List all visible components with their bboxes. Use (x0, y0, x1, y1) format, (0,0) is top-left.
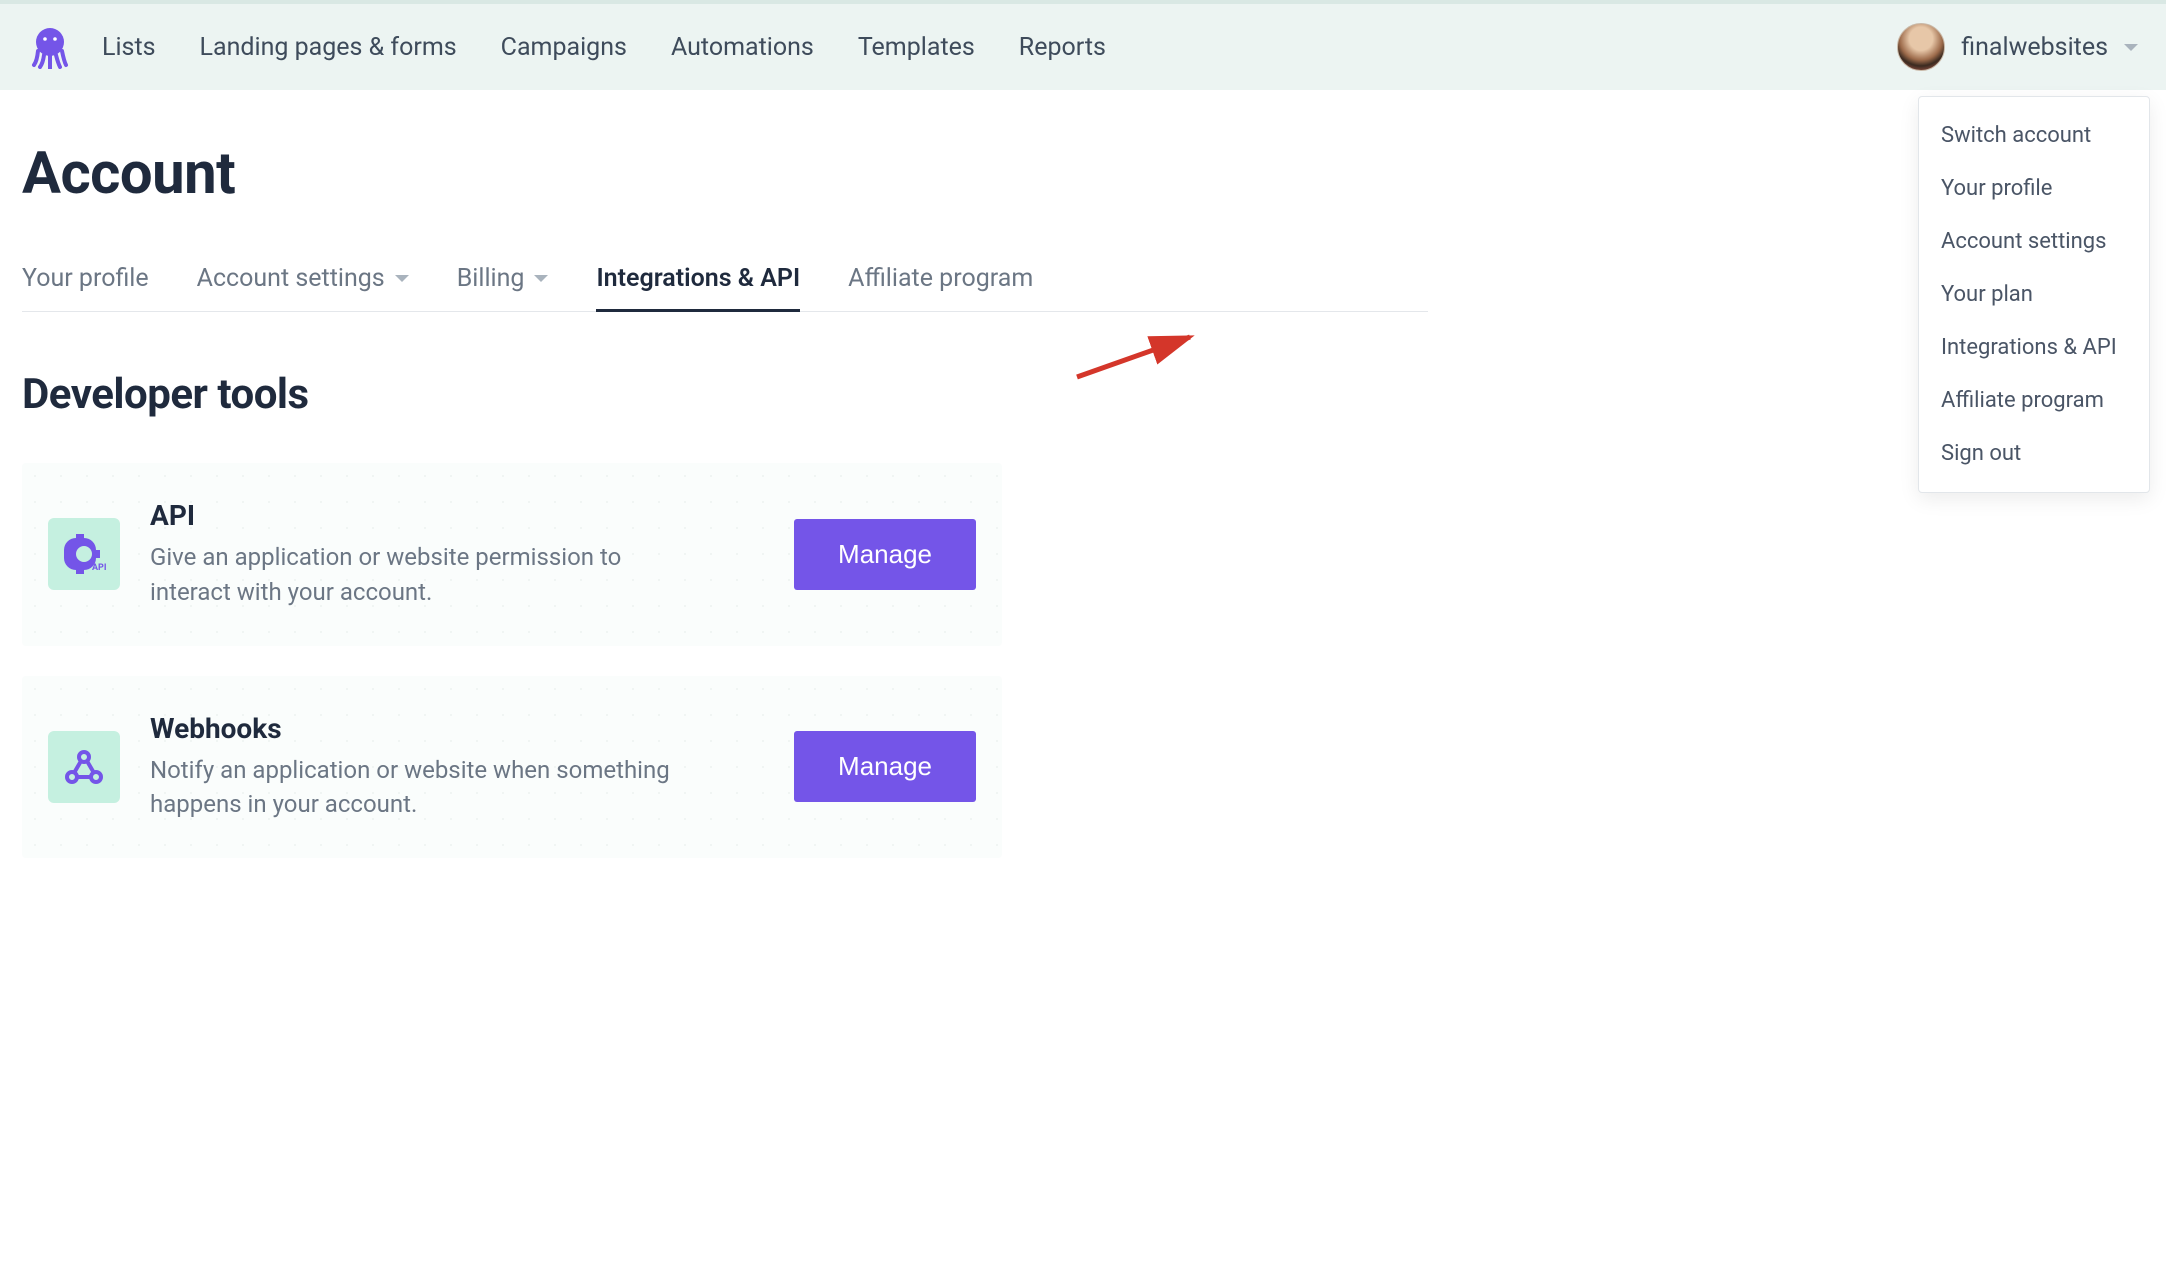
webhooks-icon (48, 731, 120, 803)
api-icon: API (48, 518, 120, 590)
chevron-down-icon (395, 275, 409, 282)
nav-automations[interactable]: Automations (671, 33, 814, 62)
user-name: finalwebsites (1961, 33, 2108, 62)
dropdown-sign-out[interactable]: Sign out (1919, 427, 2149, 480)
nav-campaigns[interactable]: Campaigns (501, 33, 627, 62)
tab-label: Your profile (22, 264, 149, 293)
dropdown-your-profile[interactable]: Your profile (1919, 162, 2149, 215)
chevron-down-icon (2124, 44, 2138, 51)
nav-items: Lists Landing pages & forms Campaigns Au… (102, 33, 1897, 62)
dropdown-integrations-api[interactable]: Integrations & API (1919, 321, 2149, 374)
card-title: API (150, 499, 764, 532)
account-subtabs: Your profile Account settings Billing In… (22, 264, 1428, 312)
avatar (1897, 23, 1945, 71)
user-menu-trigger[interactable]: finalwebsites (1897, 23, 2138, 71)
card-body: Webhooks Notify an application or websit… (150, 712, 764, 823)
user-dropdown: Switch account Your profile Account sett… (1918, 96, 2150, 493)
tab-affiliate-program[interactable]: Affiliate program (848, 264, 1033, 311)
tab-account-settings[interactable]: Account settings (197, 264, 409, 311)
top-nav: Lists Landing pages & forms Campaigns Au… (0, 0, 2166, 90)
card-api: API API Give an application or website p… (22, 463, 1002, 646)
logo[interactable] (28, 25, 72, 69)
page-content: Account Your profile Account settings Bi… (0, 90, 1450, 858)
tab-billing[interactable]: Billing (457, 264, 549, 311)
card-webhooks: Webhooks Notify an application or websit… (22, 676, 1002, 859)
card-description: Give an application or website permissio… (150, 540, 690, 610)
nav-reports[interactable]: Reports (1019, 33, 1106, 62)
manage-webhooks-button[interactable]: Manage (794, 731, 976, 802)
tab-label: Account settings (197, 264, 385, 293)
tab-label: Affiliate program (848, 264, 1033, 293)
tab-label: Integrations & API (596, 264, 800, 293)
nav-landing-pages[interactable]: Landing pages & forms (200, 33, 457, 62)
svg-text:API: API (92, 563, 106, 573)
card-body: API Give an application or website permi… (150, 499, 764, 610)
dropdown-your-plan[interactable]: Your plan (1919, 268, 2149, 321)
developer-tools-list: API API Give an application or website p… (22, 463, 1002, 858)
manage-api-button[interactable]: Manage (794, 519, 976, 590)
dropdown-affiliate-program[interactable]: Affiliate program (1919, 374, 2149, 427)
card-description: Notify an application or website when so… (150, 753, 690, 823)
chevron-down-icon (534, 275, 548, 282)
tab-your-profile[interactable]: Your profile (22, 264, 149, 311)
section-title: Developer tools (22, 370, 1428, 419)
nav-templates[interactable]: Templates (858, 33, 975, 62)
page-title: Account (22, 140, 1428, 208)
nav-lists[interactable]: Lists (102, 33, 156, 62)
dropdown-switch-account[interactable]: Switch account (1919, 109, 2149, 162)
tab-integrations-api[interactable]: Integrations & API (596, 264, 800, 311)
card-title: Webhooks (150, 712, 764, 745)
tab-label: Billing (457, 264, 525, 293)
dropdown-account-settings[interactable]: Account settings (1919, 215, 2149, 268)
